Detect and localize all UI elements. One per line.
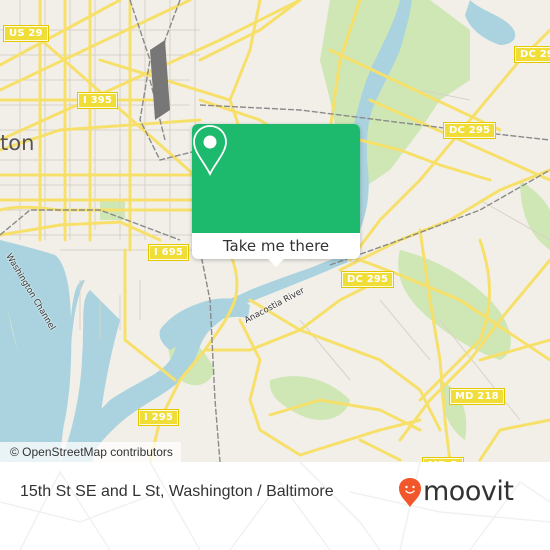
route-shield-dc-295-mid: DC 295	[442, 122, 497, 139]
place-label-washington: ton	[0, 131, 35, 155]
route-shield-dc-295-south: DC 295	[340, 271, 395, 288]
route-shield-i-695: I 695	[147, 244, 190, 261]
take-me-there-button[interactable]: Take me there	[192, 233, 360, 259]
map-canvas[interactable]: ton Washington Channel Anacostia River U…	[0, 0, 550, 462]
route-shield-us-29: US 29	[3, 25, 49, 42]
footer-bar: 15th St SE and L St, Washington / Baltim…	[0, 462, 550, 550]
rail-yard	[150, 40, 170, 120]
route-shield-i-295: I 295	[137, 409, 180, 426]
route-shield-i-395: I 395	[76, 92, 119, 109]
moovit-logo[interactable]: moovit	[398, 476, 514, 508]
route-shield-md-218: MD 218	[449, 388, 505, 405]
map-attribution[interactable]: © OpenStreetMap contributors	[0, 442, 181, 462]
stop-title: 15th St SE and L St, Washington / Baltim…	[20, 483, 334, 500]
moovit-wordmark: moovit	[423, 476, 514, 507]
popup-pointer	[268, 259, 284, 267]
route-shield-dc-295-ne: DC 295	[513, 46, 550, 63]
moovit-pin-smile-icon	[399, 478, 421, 507]
destination-popup: Take me there	[192, 124, 360, 267]
map-pin-icon	[193, 125, 227, 176]
popup-header	[192, 124, 360, 233]
